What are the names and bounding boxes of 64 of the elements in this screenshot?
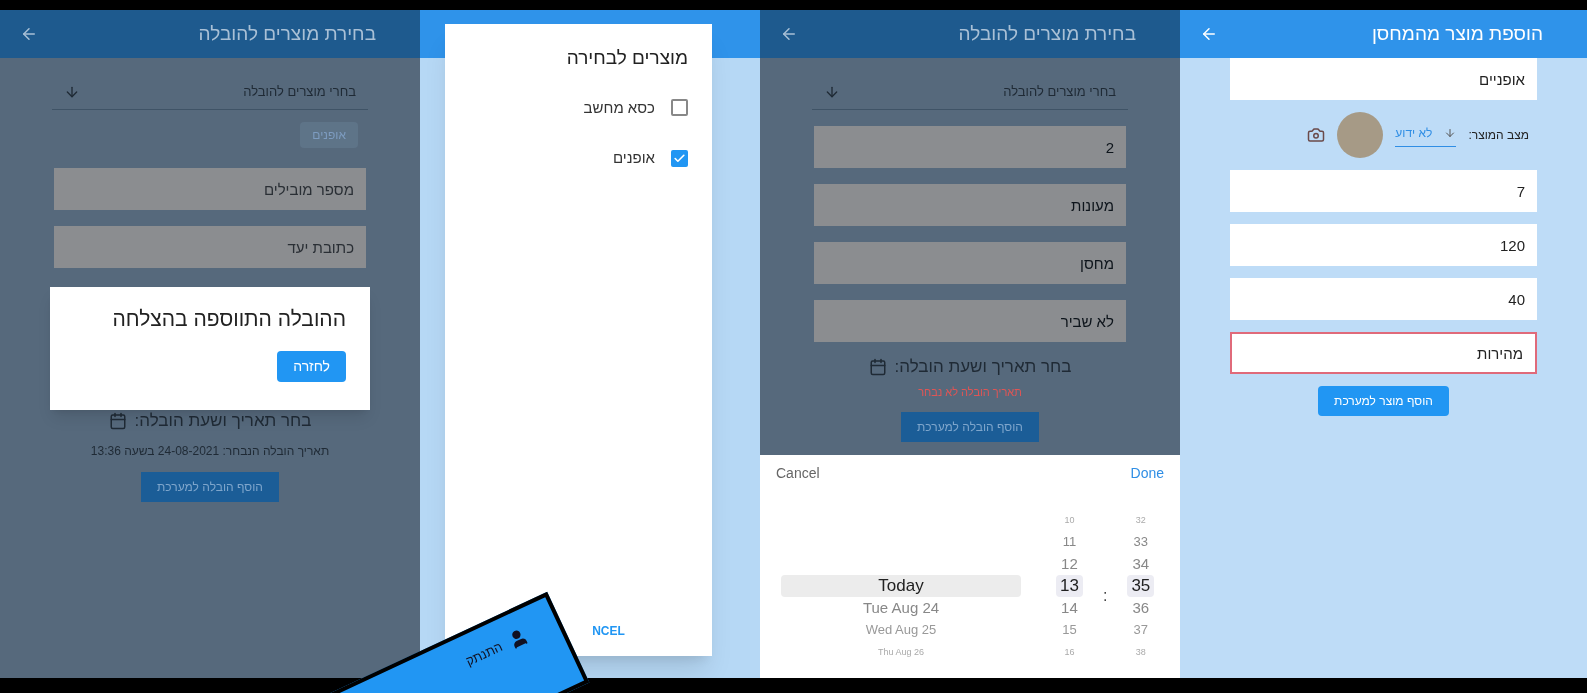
chosen-date-text: תאריך הובלה הנבחר: 24-08-2021 בשעה 13:36 xyxy=(89,442,331,460)
picker-option[interactable]: 37 xyxy=(1133,619,1149,641)
picker-option[interactable]: 33 xyxy=(1133,531,1149,553)
photo-placeholder xyxy=(1337,112,1384,158)
input-field[interactable]: מהירות xyxy=(1230,332,1537,374)
picker-option[interactable]: 12 xyxy=(1061,553,1078,575)
submit-button[interactable]: הוסף הובלה למערכת xyxy=(141,471,279,502)
back-icon[interactable] xyxy=(20,25,38,43)
product-name-field[interactable]: אופניים xyxy=(1230,58,1537,100)
header-title: הוספת מוצר מהמחסן xyxy=(1371,21,1544,46)
input-field[interactable]: מחסן xyxy=(814,242,1126,284)
picker-option[interactable]: 38 xyxy=(1135,641,1146,663)
cancel-button[interactable]: Cancel xyxy=(776,463,820,484)
input-field[interactable]: כתובת יעד xyxy=(54,226,366,268)
return-button[interactable]: לחזרה xyxy=(277,350,346,382)
arrow-down-icon xyxy=(1444,126,1457,139)
picker-option[interactable]: 16 xyxy=(1064,641,1075,663)
date-label: בחר תאריך ושעת הובלה: xyxy=(134,410,312,432)
header-title: בחירת מוצרים להובלה xyxy=(958,21,1137,46)
picker-option[interactable]: 14 xyxy=(1061,597,1078,619)
picker-option[interactable]: Tue Aug 24 xyxy=(862,597,940,619)
time-separator: : xyxy=(1102,586,1108,606)
date-label: בחר תאריך ושעת הובלה: xyxy=(894,356,1072,378)
input-field[interactable]: מספר מובילים xyxy=(54,168,366,210)
input-field[interactable]: 40 xyxy=(1230,278,1537,320)
picker-option[interactable]: 36 xyxy=(1132,597,1150,619)
cancel-button[interactable]: NCEL xyxy=(592,622,625,640)
checkbox[interactable] xyxy=(671,99,688,117)
calendar-icon[interactable] xyxy=(108,411,127,430)
picker-option[interactable]: 35 xyxy=(1127,575,1155,597)
check-icon xyxy=(673,151,686,165)
camera-icon[interactable] xyxy=(1307,126,1326,144)
picker-option[interactable]: 11 xyxy=(1062,531,1077,553)
done-button[interactable]: Done xyxy=(1130,463,1164,484)
input-field[interactable]: לא שביר xyxy=(814,300,1126,342)
product-option[interactable]: כסא מחשב xyxy=(469,96,688,119)
picker-option[interactable]: Thu Aug 26 xyxy=(877,641,924,663)
picker-option[interactable]: 32 xyxy=(1135,509,1146,531)
dialog-message: ההובלה התווספה בהצלחה xyxy=(111,306,346,332)
submit-button[interactable]: הוסף מוצר למערכת xyxy=(1318,386,1449,416)
product-select[interactable]: בחרי מוצרים להובלה xyxy=(812,74,1128,110)
input-field[interactable]: 120 xyxy=(1230,224,1537,266)
error-text: תאריך הובלה לא נבחר xyxy=(917,384,1023,400)
product-chip: אופנים xyxy=(300,122,358,148)
picker-option[interactable]: 13 xyxy=(1056,575,1083,597)
picker-option[interactable]: Today xyxy=(781,575,1021,597)
picker-option[interactable]: 10 xyxy=(1064,509,1075,531)
condition-label: מצב המוצר: xyxy=(1468,127,1529,144)
input-field[interactable]: מעונות xyxy=(814,184,1126,226)
input-field[interactable]: 7 xyxy=(1230,170,1537,212)
checkbox[interactable] xyxy=(671,149,688,167)
dialog-title: מוצרים לבחירה xyxy=(565,46,688,70)
back-icon[interactable] xyxy=(780,25,798,43)
header-title: בחירת מוצרים להובלה xyxy=(198,21,377,46)
product-option[interactable]: אופנים xyxy=(469,147,688,170)
product-select[interactable]: בחרי מוצרים להובלה xyxy=(52,74,368,110)
submit-button[interactable]: הוסף הובלה למערכת xyxy=(901,412,1039,442)
picker-option[interactable]: 34 xyxy=(1132,553,1150,575)
calendar-icon[interactable] xyxy=(868,357,887,376)
input-field[interactable]: 2 xyxy=(814,126,1126,168)
picker-option[interactable]: 15 xyxy=(1062,619,1077,641)
back-icon[interactable] xyxy=(1200,25,1218,43)
picker-option[interactable]: Wed Aug 25 xyxy=(865,619,937,641)
condition-select[interactable]: לא ידוע xyxy=(1395,123,1457,147)
